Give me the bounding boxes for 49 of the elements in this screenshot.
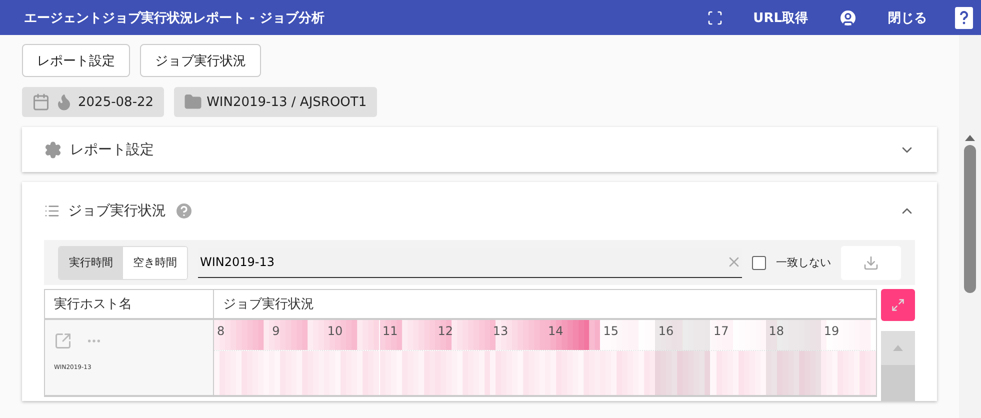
section-header[interactable]: レポート設定: [22, 127, 937, 172]
hour-label: 18: [768, 324, 784, 338]
hour-label: 9: [271, 324, 280, 338]
scroll-up-button[interactable]: [881, 331, 915, 365]
window-title: エージェントジョブ実行状況レポート - ジョブ分析: [24, 10, 326, 26]
hour-label: 10: [326, 324, 343, 338]
download-icon: [863, 254, 879, 270]
hour-label: 16: [657, 324, 674, 338]
gear-icon: [44, 140, 62, 158]
chip-label: WIN2019-13 / AJSROOT1: [206, 94, 367, 110]
url-button[interactable]: URL取得: [733, 8, 828, 26]
nav-button[interactable]: レポート設定: [22, 44, 130, 77]
folder-icon: [184, 93, 202, 111]
close-button[interactable]: 閉じる: [868, 8, 947, 26]
help-icon[interactable]: [955, 6, 973, 28]
hour-label: 14: [547, 324, 564, 338]
fullscreen-icon[interactable]: [707, 10, 724, 26]
open-icon[interactable]: [54, 332, 72, 350]
page-scrollbar[interactable]: [959, 35, 981, 418]
segment-button[interactable]: 実行時間: [59, 246, 123, 278]
hour-label: 15: [602, 324, 618, 338]
hour-label: 8: [216, 324, 225, 338]
column-header: 実行ホスト名: [54, 296, 132, 314]
filter-chip[interactable]: WIN2019-13 / AJSROOT1: [174, 87, 377, 117]
section-title: レポート設定: [70, 140, 154, 158]
flame-icon: [55, 93, 73, 111]
list-icon: [44, 203, 60, 219]
checkbox[interactable]: [752, 256, 766, 270]
expand-icon: [891, 298, 905, 312]
hour-label: 12: [436, 324, 453, 338]
scroll-up-icon[interactable]: [965, 135, 975, 141]
section-header[interactable]: ジョブ実行状況: [22, 182, 937, 240]
filter-chip[interactable]: 2025-08-22: [22, 87, 164, 117]
scrollbar[interactable]: [881, 331, 915, 401]
section-title: ジョブ実行状況: [68, 202, 166, 220]
download-button[interactable]: [841, 246, 901, 280]
calendar-icon: [32, 93, 50, 111]
triangle-up-icon: [893, 345, 903, 351]
hour-label: 17: [712, 324, 729, 338]
checkbox-label: 一致しない: [776, 255, 831, 270]
user-icon[interactable]: [838, 8, 858, 28]
nav-button[interactable]: ジョブ実行状況: [140, 44, 261, 77]
expand-button[interactable]: [881, 289, 915, 321]
hour-label: 19: [822, 324, 840, 338]
column-header: ジョブ実行状況: [223, 296, 314, 314]
scroll-thumb[interactable]: [964, 145, 976, 293]
hour-label: 13: [492, 324, 508, 338]
chip-label: 2025-08-22: [78, 94, 154, 110]
hour-label: 11: [382, 324, 398, 338]
